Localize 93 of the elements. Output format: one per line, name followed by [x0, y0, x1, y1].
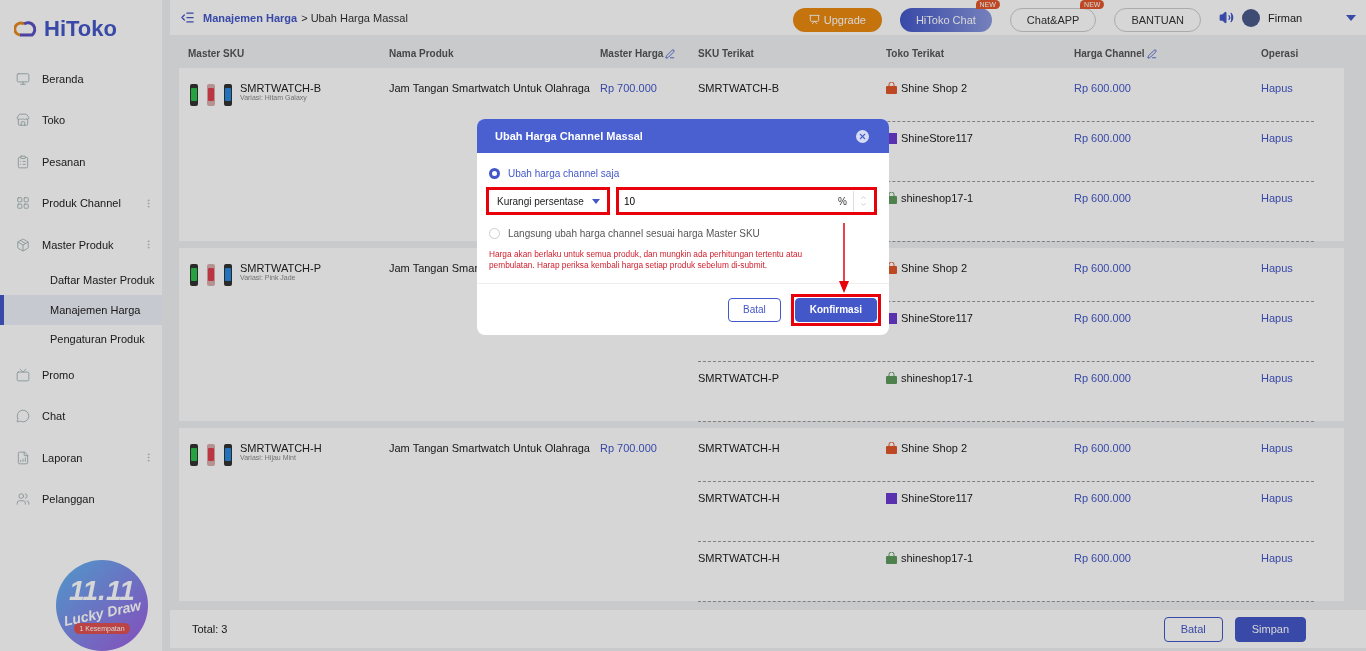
header-button[interactable]: BANTUAN [1114, 7, 1201, 32]
store-name: Shine Shop 2 [901, 82, 968, 94]
product-name: Jam Tangan Smartwatch Untuk Olahraga [389, 442, 590, 454]
store-name: ShineStore117 [901, 132, 973, 144]
nav-icon [16, 409, 30, 424]
sku-text: SMRTWATCH-H [240, 442, 322, 454]
channel-price: Rp 600.000 [1074, 82, 1132, 94]
menu-icon[interactable] [180, 10, 195, 25]
linked-sku: SMRTWATCH-B [698, 82, 780, 94]
store-name: shineshop17-1 [901, 552, 974, 564]
linked-sku: SMRTWATCH-H [698, 492, 780, 504]
column-header: Harga Channel [1074, 48, 1261, 59]
board-icon [808, 14, 820, 25]
warning-text: Harga akan berlaku untuk semua produk, dan mungkin ada perhitungan tertentu atau pembulatan. Harap periksa kembali harga setiap produk sebelum di-submit. [489, 249, 804, 272]
linked-sku: SMRTWATCH-H [698, 442, 780, 454]
nav-icon [16, 196, 30, 211]
linked-sku: SMRTWATCH-H [698, 552, 780, 564]
delete-link[interactable]: Hapus [1261, 372, 1314, 384]
product-name: Jam Tangan Smartwatch Untuk Olahraga [389, 82, 590, 94]
confirm-button[interactable]: Konfirmasi [794, 297, 877, 322]
breadcrumb-link[interactable]: Manajemen Harga [203, 11, 298, 24]
cancel-button[interactable]: Batal [1163, 616, 1223, 642]
radio-option[interactable]: Ubah harga channel saja [489, 165, 877, 181]
nav-icon [16, 154, 30, 169]
channel-price: Rp 600.000 [1074, 552, 1132, 564]
delete-link[interactable]: Hapus [1261, 552, 1314, 564]
logo-text: HiToko [44, 16, 117, 42]
column-header: Toko Terikat [886, 48, 945, 59]
nav-item[interactable]: Beranda [0, 58, 162, 100]
channel-price: Rp 600.000 [1074, 442, 1132, 454]
delete-link[interactable]: Hapus [1261, 312, 1314, 324]
header-button[interactable]: Chat&APP [1009, 7, 1097, 32]
linked-sku: SMRTWATCH-P [698, 372, 780, 384]
store-name: Shine Shop 2 [901, 262, 968, 274]
channel-price: Rp 600.000 [1074, 492, 1132, 504]
column-header: Master Harga [600, 48, 698, 59]
column-header: SKU Terikat [698, 48, 755, 59]
breadcrumb-current: > Ubah Harga Massal [301, 11, 408, 24]
nav-icon [16, 71, 30, 86]
avatar [1242, 8, 1260, 27]
channel-price: Rp 600.000 [1074, 262, 1132, 274]
nav-icon [16, 237, 30, 252]
close-icon [858, 131, 867, 141]
nav-item[interactable]: Master Produk [0, 223, 162, 266]
master-price: Rp 700.000 [600, 442, 658, 454]
nav-item[interactable]: Promo [0, 354, 162, 396]
store-name: ShineStore117 [901, 312, 973, 324]
close-button[interactable] [856, 129, 869, 143]
store-name: shineshop17-1 [901, 372, 974, 384]
delete-link[interactable]: Hapus [1261, 492, 1314, 504]
product-name: Jam Tangan Smar [389, 262, 479, 274]
nav-item[interactable]: Laporan [0, 437, 162, 479]
edit-icon[interactable] [665, 48, 676, 59]
nav-item[interactable]: Produk Channel [0, 182, 162, 224]
delete-link[interactable]: Hapus [1261, 82, 1314, 94]
nav-subitem[interactable]: Manajemen Harga [0, 294, 162, 325]
sku-text: SMRTWATCH-P [240, 262, 322, 274]
speaker-icon[interactable] [1219, 10, 1234, 25]
delete-link[interactable]: Hapus [1261, 442, 1314, 454]
delete-link[interactable]: Hapus [1261, 192, 1314, 204]
master-price: Rp 700.000 [600, 82, 658, 94]
header-button[interactable]: HiToko Chat [899, 7, 992, 32]
edit-icon[interactable] [1146, 48, 1157, 59]
channel-price: Rp 600.000 [1074, 192, 1132, 204]
radio-option[interactable]: Langsung ubah harga channel sesuai harga Master SKU [489, 225, 877, 241]
store-name: ShineStore117 [901, 492, 973, 504]
nav-item[interactable]: Pesanan [0, 140, 162, 183]
nav-icon [16, 367, 30, 382]
channel-price: Rp 600.000 [1074, 132, 1132, 144]
nav-item[interactable]: Chat [0, 395, 162, 438]
channel-price: Rp 600.000 [1074, 312, 1132, 324]
store-name: shineshop17-1 [901, 192, 974, 204]
nav-subitem[interactable]: Daftar Master Produk [0, 265, 162, 295]
user-name[interactable]: Firman [1268, 11, 1338, 24]
sku-text: SMRTWATCH-B [240, 82, 322, 94]
store-name: Shine Shop 2 [901, 442, 968, 454]
nav-item[interactable]: Toko [0, 99, 162, 141]
nav-icon [16, 492, 30, 507]
delete-link[interactable]: Hapus [1261, 262, 1314, 274]
nav-icon [16, 113, 30, 128]
dialog-title: Ubah Harga Channel Massal [495, 130, 643, 142]
column-header: Nama Produk [389, 48, 455, 59]
column-header: Master SKU [188, 48, 246, 59]
nav-item[interactable]: Pelanggan [0, 478, 162, 521]
save-button[interactable]: Simpan [1234, 616, 1306, 642]
cloud-logo-icon [14, 19, 38, 39]
delete-link[interactable]: Hapus [1261, 132, 1314, 144]
caret-icon[interactable] [1346, 14, 1356, 21]
nav-icon [16, 450, 30, 465]
total-count: Total: 3 [192, 623, 229, 635]
column-header: Operasi [1261, 48, 1300, 59]
channel-price: Rp 600.000 [1074, 372, 1132, 384]
cancel-button[interactable]: Batal [727, 297, 781, 322]
